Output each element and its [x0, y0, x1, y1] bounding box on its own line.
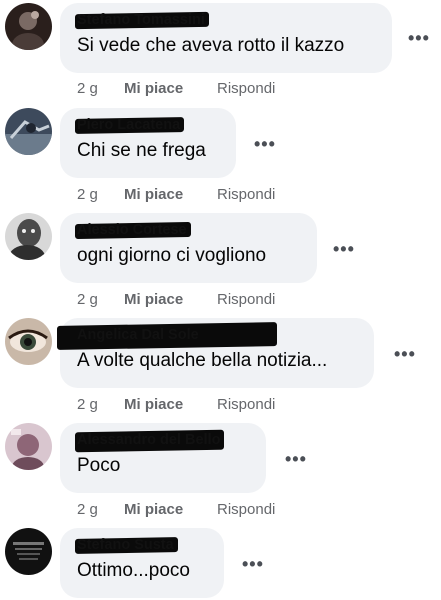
reply-button[interactable]: Rispondi — [217, 501, 275, 521]
like-button[interactable]: Mi piace — [124, 80, 217, 100]
comment-timestamp[interactable]: 2 g — [77, 291, 124, 311]
like-button[interactable]: Mi piace — [124, 186, 217, 206]
more-horizontal-icon[interactable]: ••• — [394, 345, 416, 363]
comment-text: A volte qualche bella notizia... — [77, 350, 328, 371]
comment-text: ogni giorno ci vogliono — [77, 245, 267, 266]
like-button[interactable]: Mi piace — [124, 396, 217, 416]
comment-actions: 2 g Mi piace Rispondi — [77, 501, 275, 521]
comment-author[interactable]: Stefano Tomassini — [75, 11, 209, 30]
reply-button[interactable]: Rispondi — [217, 186, 275, 206]
comment-text: Chi se ne frega — [77, 140, 206, 161]
comment-timestamp[interactable]: 2 g — [77, 396, 124, 416]
comment-bubble: Angelica Dal Sole A volte qualche bella … — [57, 318, 374, 388]
reply-button[interactable]: Rispondi — [217, 80, 275, 100]
reply-button[interactable]: Rispondi — [217, 291, 275, 311]
avatar[interactable] — [5, 528, 52, 575]
comment-author[interactable]: Angelica Dal Sole — [57, 322, 277, 350]
comment-text: Poco — [77, 455, 121, 476]
more-horizontal-icon[interactable]: ••• — [285, 450, 307, 468]
comment-bubble: Stefano Tomassini Si vede che aveva rott… — [60, 3, 392, 73]
comment-timestamp[interactable]: 2 g — [77, 501, 124, 521]
comment-author[interactable]: Piero Lacatena — [75, 116, 185, 134]
more-horizontal-icon[interactable]: ••• — [408, 29, 430, 47]
comment-author[interactable]: Alessandro del Bello — [75, 429, 225, 453]
avatar[interactable] — [5, 213, 52, 260]
comment-bubble: Stefano Susta Ottimo...poco — [60, 528, 224, 598]
comment-bubble: Alessio Cortese ogni giorno ci vogliono — [60, 213, 317, 283]
comment-bubble: Alessandro del Bello Poco — [60, 423, 266, 493]
comment-actions: 2 g Mi piace Rispondi — [77, 291, 275, 311]
avatar[interactable] — [5, 423, 52, 470]
comment-author[interactable]: Alessio Cortese — [75, 221, 191, 240]
comment-timestamp[interactable]: 2 g — [77, 80, 124, 100]
comment-author[interactable]: Stefano Susta — [75, 536, 178, 554]
comment-text: Ottimo...poco — [77, 560, 190, 581]
more-horizontal-icon[interactable]: ••• — [333, 240, 355, 258]
comment-actions: 2 g Mi piace Rispondi — [77, 80, 275, 100]
comment-bubble: Piero Lacatena Chi se ne frega — [60, 108, 236, 178]
more-horizontal-icon[interactable]: ••• — [254, 135, 276, 153]
reply-button[interactable]: Rispondi — [217, 396, 275, 416]
comment-actions: 2 g Mi piace Rispondi — [77, 186, 275, 206]
comment-text: Si vede che aveva rotto il kazzo — [77, 35, 345, 56]
more-horizontal-icon[interactable]: ••• — [242, 555, 264, 573]
avatar[interactable] — [5, 3, 52, 50]
like-button[interactable]: Mi piace — [124, 501, 217, 521]
avatar[interactable] — [5, 108, 52, 155]
avatar[interactable] — [5, 318, 52, 365]
like-button[interactable]: Mi piace — [124, 291, 217, 311]
comment-timestamp[interactable]: 2 g — [77, 186, 124, 206]
comment-actions: 2 g Mi piace Rispondi — [77, 396, 275, 416]
